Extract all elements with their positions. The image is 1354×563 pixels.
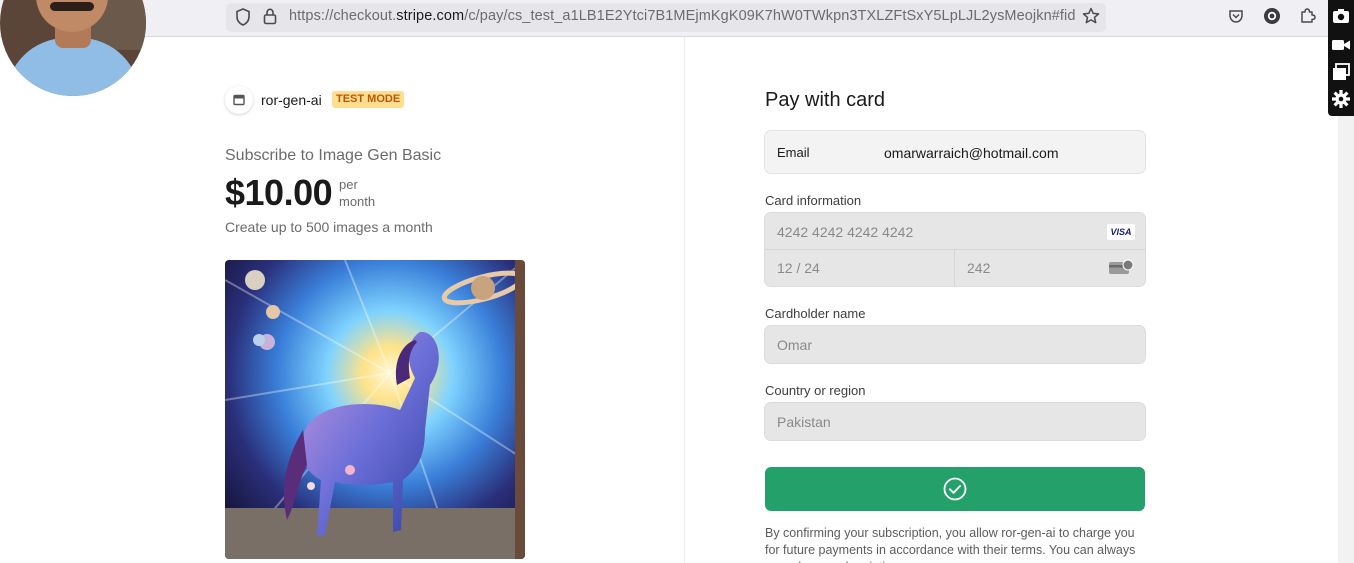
billing-interval: per month [339,176,375,210]
pocket-icon[interactable] [1228,8,1244,24]
merchant-logo[interactable] [225,86,253,114]
billing-interval-line1: per [339,177,358,192]
card-divider-vertical [954,250,955,286]
card-cvc-input[interactable]: 242 [967,260,990,276]
account-circle-icon[interactable] [1263,7,1281,25]
lock-icon[interactable] [263,8,277,25]
cardholder-name-value[interactable]: Omar [777,337,812,353]
country-label: Country or region [765,383,866,398]
payment-heading: Pay with card [765,89,886,111]
storefront-icon [233,94,245,106]
star-bookmark-icon[interactable] [1082,7,1100,25]
product-title: Subscribe to Image Gen Basic [225,147,442,164]
country-value[interactable]: Pakistan [777,414,831,430]
price-amount: $10.00 [225,172,333,213]
webcam-person-mustache [50,2,94,11]
test-mode-badge: TEST MODE [332,91,405,108]
subscribe-button[interactable] [765,467,1145,511]
url-path: /c/pay/cs_test_a1LB1E2Ytci7B1MEjmKgK09K7… [464,8,1075,24]
screen: https://checkout.stripe.com/c/pay/cs_tes… [0,0,1354,563]
url-prefix: https://checkout. [289,8,397,24]
video-camera-icon[interactable] [1331,35,1351,55]
card-divider [765,249,1145,250]
email-value[interactable]: omarwarraich@hotmail.com [884,145,1058,161]
recorder-toolbar [1328,0,1354,116]
product-description: Create up to 500 images a month [225,219,433,235]
cardholder-name-field[interactable] [765,326,1145,363]
billing-interval-line2: month [339,194,376,209]
window-edge [1338,116,1354,563]
cardholder-name-label: Cardholder name [765,306,866,321]
gear-icon[interactable] [1331,89,1351,109]
extensions-puzzle-icon[interactable] [1299,6,1317,24]
camera-snapshot-icon[interactable] [1331,6,1351,26]
check-circle-icon [943,477,967,501]
card-expiry-input[interactable]: 12 / 24 [777,260,820,276]
shield-icon[interactable] [235,8,251,26]
product-image [225,260,525,559]
url-domain: stripe.com [396,8,465,24]
email-label: Email [777,145,810,160]
card-information-label: Card information [765,193,862,208]
merchant-name[interactable]: ror-gen-ai [261,92,322,108]
visa-card-brand-icon: VISA [1107,224,1135,240]
window-capture-icon[interactable] [1331,62,1351,82]
url-text[interactable]: https://checkout.stripe.com/c/pay/cs_tes… [289,8,1075,24]
cvc-card-icon [1109,259,1134,274]
card-number-input[interactable]: 4242 4242 4242 4242 [777,224,913,240]
webcam-overlay [0,0,146,96]
subscription-terms: By confirming your subscription, you all… [765,526,1136,563]
